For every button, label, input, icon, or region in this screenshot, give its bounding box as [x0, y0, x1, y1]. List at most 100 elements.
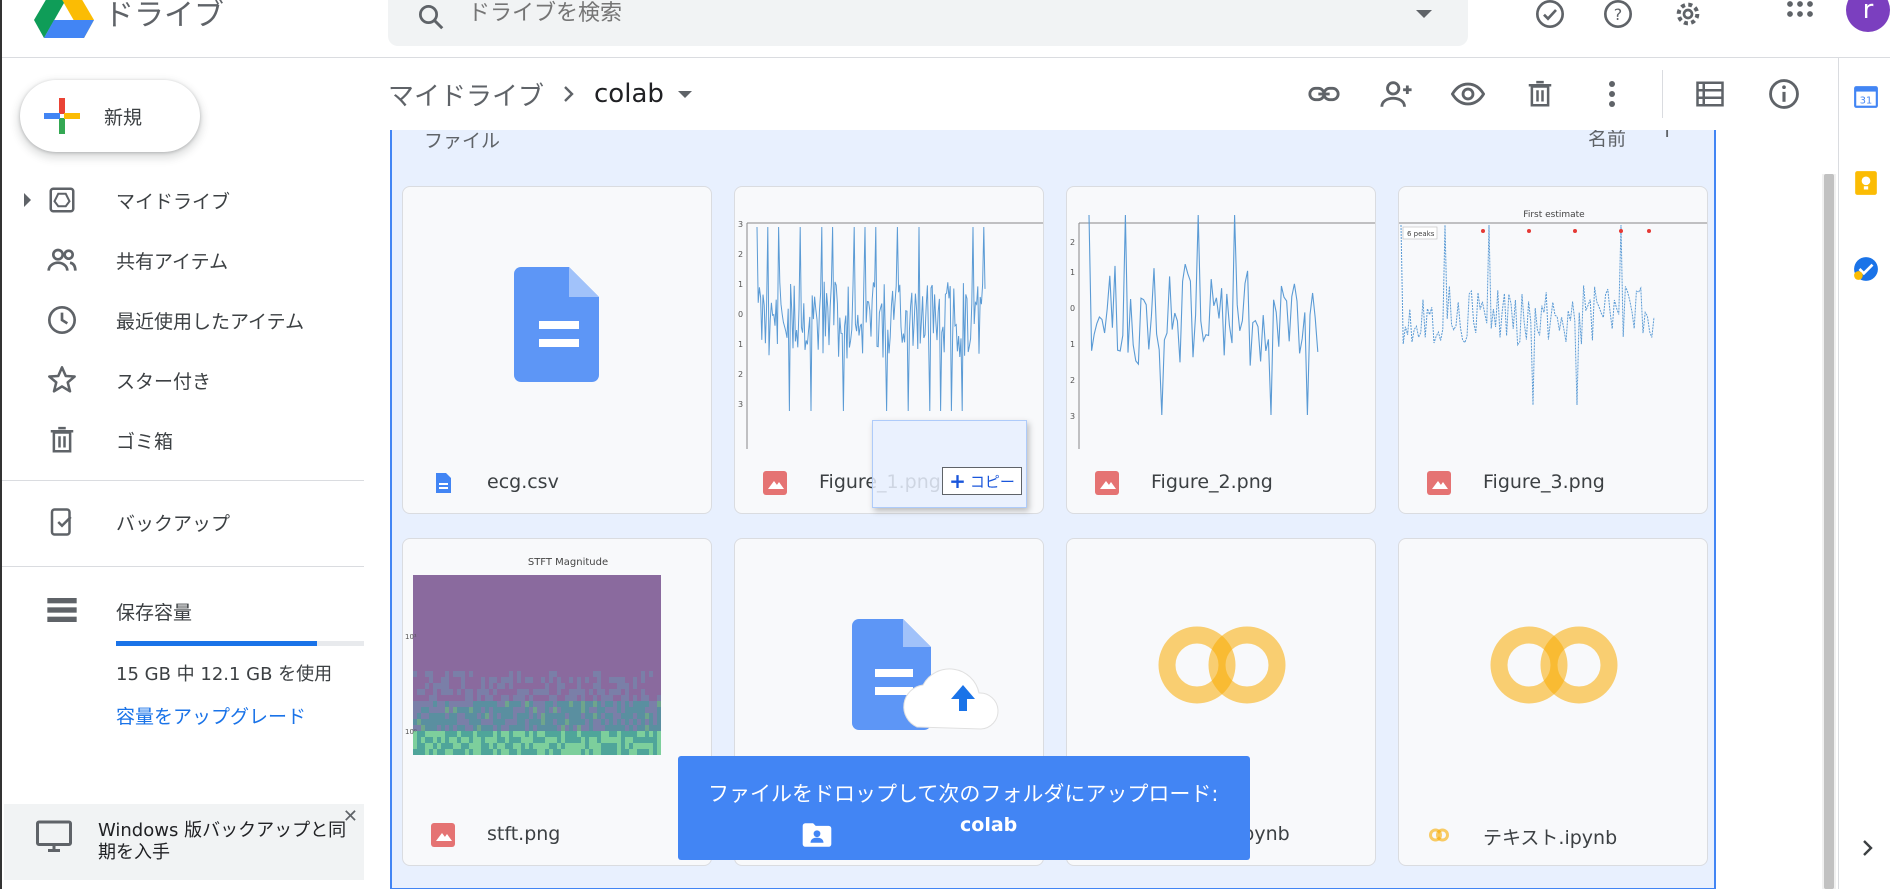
spectrogram-cell	[581, 731, 585, 737]
account-avatar[interactable]: r	[1846, 0, 1890, 32]
spectrogram-cell	[565, 671, 569, 677]
more-actions-icon[interactable]	[1594, 76, 1630, 112]
spectrogram-cell	[625, 629, 629, 635]
spectrogram-cell	[573, 581, 577, 587]
spectrogram-cell	[449, 683, 453, 689]
spectrogram-cell	[497, 713, 501, 719]
search-box[interactable]	[388, 0, 1468, 46]
new-button[interactable]: 新規	[20, 80, 200, 152]
breadcrumb-current-folder[interactable]: colab	[594, 79, 664, 109]
keep-notes-icon[interactable]	[1853, 170, 1879, 196]
spectrogram-cell	[477, 725, 481, 731]
search-icon[interactable]	[416, 2, 446, 32]
spectrogram-cell	[537, 665, 541, 671]
spectrogram-cell	[533, 731, 537, 737]
search-options-chevron-icon[interactable]	[1416, 10, 1432, 18]
sidebar-item-backup[interactable]: バックアップ	[2, 492, 364, 552]
spectrogram-cell	[561, 725, 565, 731]
expand-panel-chevron-icon[interactable]	[1861, 838, 1875, 858]
spectrogram-cell	[657, 719, 661, 725]
spectrogram-cell	[433, 587, 437, 593]
spectrogram-cell	[593, 701, 597, 707]
spectrogram-cell	[509, 635, 513, 641]
spectrogram-cell	[633, 635, 637, 641]
spectrogram-cell	[445, 731, 449, 737]
spectrogram-cell	[573, 647, 577, 653]
scrollbar[interactable]	[1822, 174, 1836, 889]
share-add-person-icon[interactable]	[1378, 76, 1414, 112]
folder-menu-chevron-down-icon[interactable]	[677, 90, 692, 98]
spectrogram-cell	[493, 683, 497, 689]
spectrogram-cell	[481, 665, 485, 671]
spectrogram-cell	[585, 677, 589, 683]
tasks-icon[interactable]	[1853, 256, 1879, 282]
sidebar-item-trash[interactable]: ゴミ箱	[2, 410, 364, 470]
spectrogram-cell	[521, 617, 525, 623]
spectrogram-cell	[521, 593, 525, 599]
file-card[interactable]: ecg.csv	[402, 186, 712, 514]
storage-label[interactable]: 保存容量	[116, 598, 192, 625]
expand-caret-icon[interactable]	[24, 193, 31, 207]
apps-grid-icon[interactable]	[1782, 0, 1818, 32]
sidebar-item-my-drive[interactable]: マイドライブ	[2, 170, 364, 230]
spectrogram-cell	[577, 623, 581, 629]
sort-by-name-button[interactable]: 名前	[1588, 130, 1626, 151]
spectrogram-cell	[521, 587, 525, 593]
help-icon[interactable]: ?	[1600, 0, 1636, 32]
spectrogram-cell	[569, 605, 573, 611]
file-thumbnail	[1399, 539, 1707, 801]
spectrogram-cell	[625, 677, 629, 683]
spectrogram-cell	[425, 731, 429, 737]
spectrogram-cell	[421, 593, 425, 599]
drive-logo[interactable]: ドライブ	[34, 0, 224, 38]
details-info-icon[interactable]	[1766, 76, 1802, 112]
sidebar-item-shared[interactable]: 共有アイテム	[2, 230, 364, 290]
spectrogram-cell	[641, 743, 645, 749]
file-card[interactable]: First estimate 6 peaks Figure_3.png	[1398, 186, 1708, 514]
ready-offline-icon[interactable]	[1532, 0, 1568, 32]
spectrogram-cell	[537, 599, 541, 605]
spectrogram-cell	[649, 635, 653, 641]
file-card[interactable]: STFT Magnitude 10¹ 10⁰ stft.png	[402, 538, 712, 866]
spectrogram-cell	[529, 641, 533, 647]
upgrade-storage-link[interactable]: 容量をアップグレード	[116, 702, 306, 729]
spectrogram-cell	[517, 629, 521, 635]
spectrogram-cell	[413, 671, 417, 677]
spectrogram-cell	[473, 695, 477, 701]
spectrogram-cell	[553, 671, 557, 677]
file-card[interactable]: テキスト.ipynb	[1398, 538, 1708, 866]
delete-trash-icon[interactable]	[1522, 76, 1558, 112]
file-name: テキスト.ipynb	[1483, 827, 1618, 849]
spectrogram-cell	[569, 611, 573, 617]
scrollbar-thumb[interactable]	[1824, 174, 1834, 889]
spectrogram-cell	[601, 581, 605, 587]
calendar-icon[interactable]: 31	[1853, 84, 1879, 110]
close-icon[interactable]: ✕	[343, 806, 358, 827]
list-view-icon[interactable]	[1692, 76, 1728, 112]
sort-direction-arrow-icon[interactable]: ↑	[1658, 130, 1676, 143]
spectrogram-cell	[629, 653, 633, 659]
settings-gear-icon[interactable]	[1670, 0, 1706, 32]
get-link-icon[interactable]	[1306, 76, 1342, 112]
spectrogram-cell	[481, 629, 485, 635]
sidebar-item-recent[interactable]: 最近使用したアイテム	[2, 290, 364, 350]
spectrogram-cell	[545, 617, 549, 623]
spectrogram-cell	[477, 695, 481, 701]
sidebar-item-starred[interactable]: スター付き	[2, 350, 364, 410]
preview-eye-icon[interactable]	[1450, 76, 1486, 112]
backup-promo[interactable]: Windows 版バックアップと同期を入手 ✕	[4, 804, 364, 880]
search-input[interactable]	[468, 0, 1368, 28]
spectrogram-cell	[521, 713, 525, 719]
spectrogram-cell	[433, 611, 437, 617]
spectrogram-cell	[417, 605, 421, 611]
spectrogram-cell	[473, 647, 477, 653]
spectrogram-cell	[421, 605, 425, 611]
spectrogram-cell	[513, 701, 517, 707]
spectrogram-cell	[637, 623, 641, 629]
file-card[interactable]: 210123 Figure_2.png	[1066, 186, 1376, 514]
breadcrumb-my-drive[interactable]: マイドライブ	[388, 76, 544, 113]
spectrogram-cell	[569, 623, 573, 629]
spectrogram-cell	[421, 713, 425, 719]
spectrogram-cell	[625, 605, 629, 611]
spectrogram-cell	[521, 731, 525, 737]
